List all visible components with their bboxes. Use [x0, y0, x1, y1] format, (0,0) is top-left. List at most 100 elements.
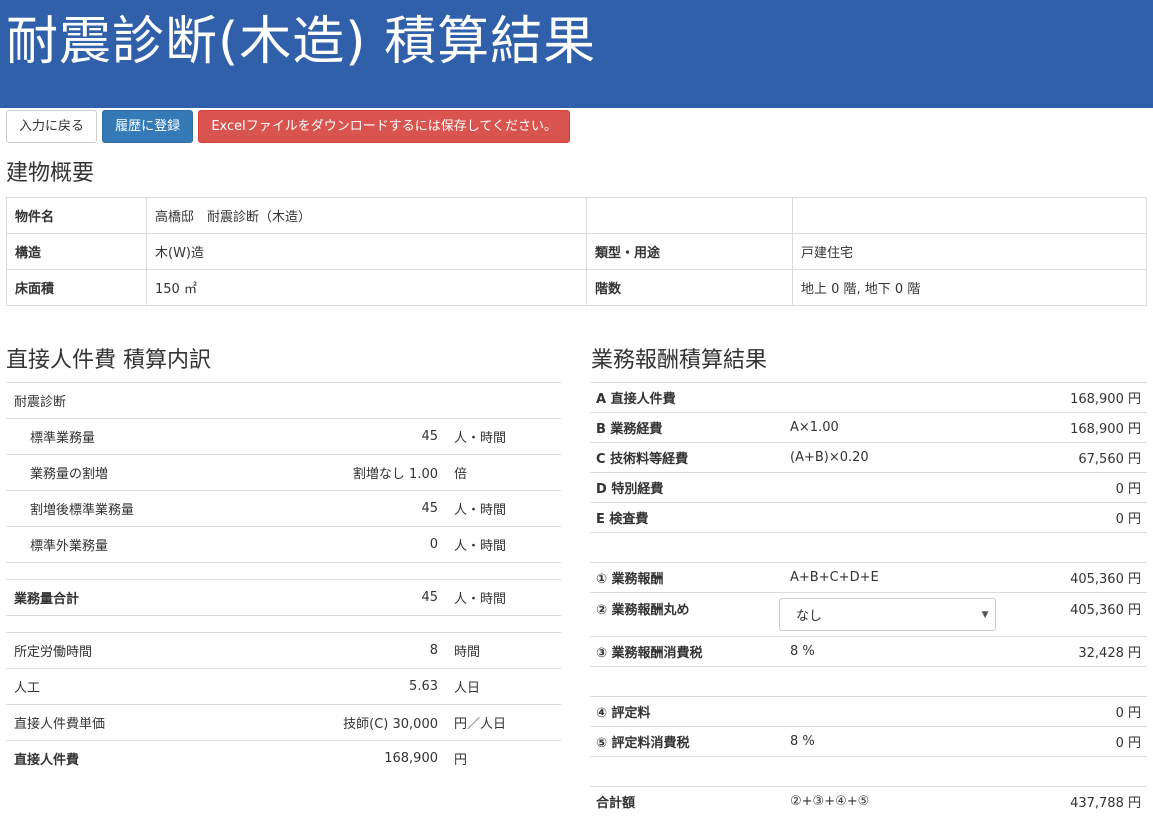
row-value: 0 — [429, 537, 438, 552]
row-name: 業務量の割増 — [30, 467, 109, 482]
empty-value — [792, 197, 1147, 234]
table-row: 直接人件費 168,900 円 — [6, 740, 561, 776]
row-unit: 時間 — [454, 645, 481, 660]
back-to-input-button[interactable]: 入力に戻る — [6, 110, 98, 143]
select-value: なし — [796, 609, 823, 624]
row-amount: 0 円 — [1115, 706, 1141, 721]
row-amount: 168,900 円 — [1070, 422, 1141, 437]
toolbar: 入力に戻る 履歴に登録 Excelファイルをダウンロードするには保存してください… — [0, 108, 1153, 144]
row-name: 所定労働時間 — [14, 645, 93, 660]
page-title: 耐震診断(木造) 積算結果 — [6, 12, 597, 72]
register-history-button[interactable]: 履歴に登録 — [102, 110, 194, 143]
row-value: 45 — [421, 429, 438, 444]
row-unit: 人・時間 — [454, 539, 507, 554]
spacer-row — [590, 756, 1147, 786]
table-row: 所定労働時間 8 時間 — [6, 632, 561, 668]
row-value: 割増なし 1.00 — [352, 467, 438, 482]
row-name: 合計額 — [596, 796, 636, 811]
floors-label: 階数 — [586, 269, 793, 306]
floor-area-label: 床面積 — [6, 269, 147, 306]
row-name: ④ 評定料 — [596, 706, 651, 721]
caret-down-icon: ▼ — [981, 609, 989, 620]
row-amount: 0 円 — [1115, 736, 1141, 751]
row-name: D 特別経費 — [596, 482, 664, 497]
table-row: 構造 木(W)造 類型・用途 戸建住宅 — [6, 233, 1147, 270]
table-row: B 業務経費 A×1.00 168,900 円 — [590, 412, 1147, 442]
row-name: 標準業務量 — [30, 431, 96, 446]
row-formula: 8 % — [790, 644, 815, 659]
row-value: 8 — [429, 643, 438, 658]
property-name-value: 高橋邸 耐震診断（木造） — [146, 197, 587, 234]
property-name-label: 物件名 — [6, 197, 147, 234]
row-formula: A+B+C+D+E — [790, 570, 879, 585]
row-name: 割増後標準業務量 — [30, 503, 135, 518]
structure-label: 構造 — [6, 233, 147, 270]
usage-value: 戸建住宅 — [792, 233, 1147, 270]
spacer-row — [590, 532, 1147, 562]
row-name: ② 業務報酬丸め — [596, 603, 690, 618]
row-name: C 技術料等経費 — [596, 452, 689, 467]
row-name: ③ 業務報酬消費税 — [596, 646, 703, 661]
rounding-select[interactable]: なし ▼ — [779, 598, 997, 631]
empty-label — [586, 197, 793, 234]
table-row: ④ 評定料 0 円 — [590, 696, 1147, 726]
table-row: 合計額 ②+③+④+⑤ 437,788 円 — [590, 786, 1147, 816]
labor-breakdown-title: 直接人件費 積算内訳 — [6, 348, 211, 373]
row-name: ⑤ 評定料消費税 — [596, 736, 690, 751]
row-amount: 0 円 — [1115, 512, 1141, 527]
table-row: E 検査費 0 円 — [590, 502, 1147, 532]
row-name: 業務量合計 — [14, 592, 80, 607]
table-row: 人工 5.63 人日 — [6, 668, 561, 704]
table-row: 標準業務量 45 人・時間 — [6, 418, 561, 454]
row-unit: 人・時間 — [454, 503, 507, 518]
row-unit: 円／人日 — [454, 717, 507, 732]
excel-download-button[interactable]: Excelファイルをダウンロードするには保存してください。 — [198, 110, 570, 143]
row-value: 技師(C) 30,000 — [343, 717, 438, 732]
row-name: 人工 — [14, 681, 41, 696]
row-amount: 405,360 円 — [1070, 603, 1141, 618]
overview-title: 建物概要 — [6, 161, 95, 186]
row-name: 標準外業務量 — [30, 539, 109, 554]
row-formula: 8 % — [790, 734, 815, 749]
overview-table: 物件名 高橋邸 耐震診断（木造） 構造 木(W)造 類型・用途 戸建住宅 床面積… — [6, 197, 1147, 306]
table-row: 物件名 高橋邸 耐震診断（木造） — [6, 197, 1147, 234]
floor-area-value: 150 ㎡ — [146, 269, 587, 306]
fee-result-table: A 直接人件費 168,900 円 B 業務経費 A×1.00 168,900 … — [590, 382, 1147, 816]
row-unit: 円 — [454, 753, 468, 768]
row-value: 45 — [421, 501, 438, 516]
page-header: 耐震診断(木造) 積算結果 — [0, 0, 1153, 108]
table-row: 耐震診断 — [6, 382, 561, 418]
spacer-row — [6, 615, 561, 632]
row-value: 168,900 — [384, 751, 438, 766]
table-row: ③ 業務報酬消費税 8 % 32,428 円 — [590, 636, 1147, 666]
row-amount: 405,360 円 — [1070, 572, 1141, 587]
structure-value: 木(W)造 — [146, 233, 587, 270]
table-row: 標準外業務量 0 人・時間 — [6, 526, 561, 562]
table-row: D 特別経費 0 円 — [590, 472, 1147, 502]
row-amount: 67,560 円 — [1078, 452, 1141, 467]
row-formula: (A+B)×0.20 — [790, 450, 869, 465]
usage-label: 類型・用途 — [586, 233, 793, 270]
spacer-row — [590, 666, 1147, 696]
row-amount: 437,788 円 — [1070, 796, 1141, 811]
table-row: C 技術料等経費 (A+B)×0.20 67,560 円 — [590, 442, 1147, 472]
floors-value: 地上 0 階, 地下 0 階 — [792, 269, 1147, 306]
row-name: A 直接人件費 — [596, 392, 676, 407]
table-row: A 直接人件費 168,900 円 — [590, 382, 1147, 412]
row-formula: A×1.00 — [790, 420, 839, 435]
section-label: 耐震診断 — [14, 395, 67, 410]
row-formula: ②+③+④+⑤ — [790, 794, 870, 809]
table-row: 割増後標準業務量 45 人・時間 — [6, 490, 561, 526]
row-name: E 検査費 — [596, 512, 649, 527]
table-row: ② 業務報酬丸め なし ▼ 405,360 円 — [590, 592, 1147, 636]
row-amount: 32,428 円 — [1078, 646, 1141, 661]
row-name: 直接人件費 — [14, 753, 80, 768]
table-row: 床面積 150 ㎡ 階数 地上 0 階, 地下 0 階 — [6, 269, 1147, 306]
fee-result-title: 業務報酬積算結果 — [591, 348, 768, 373]
row-name: 直接人件費単価 — [14, 717, 106, 732]
row-unit: 人日 — [454, 681, 481, 696]
labor-breakdown-table: 耐震診断 標準業務量 45 人・時間 業務量の割増 割増なし 1.00 倍 割増… — [6, 382, 561, 776]
row-amount: 168,900 円 — [1070, 392, 1141, 407]
row-amount: 0 円 — [1115, 482, 1141, 497]
row-name: ① 業務報酬 — [596, 572, 664, 587]
